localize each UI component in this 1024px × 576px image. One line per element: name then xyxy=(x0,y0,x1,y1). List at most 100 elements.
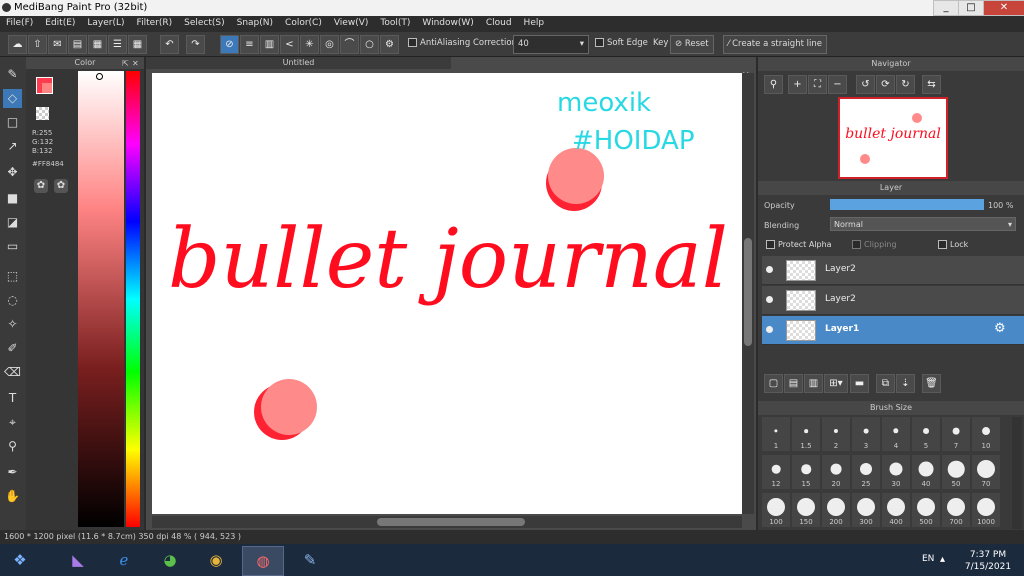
stroke-tool-icon[interactable]: ↗ xyxy=(3,137,22,156)
palette-add-icon[interactable]: ✿ xyxy=(54,179,68,193)
menu-filter[interactable]: Filter(R) xyxy=(131,16,179,28)
tray-chevron-up-icon[interactable]: ▴ xyxy=(940,554,945,565)
clipping-toggle[interactable]: Clipping xyxy=(852,240,897,249)
brush-size-option[interactable]: 5 xyxy=(912,417,940,451)
brush-size-option[interactable]: 70 xyxy=(972,455,1000,489)
coccoc-browser-icon[interactable]: ◕ xyxy=(150,546,190,574)
menu-color[interactable]: Color(C) xyxy=(279,16,328,28)
lasso-tool-icon[interactable]: ◌ xyxy=(3,291,22,310)
layer-settings-gear-icon[interactable]: ⚙ xyxy=(994,321,1006,336)
redo-icon[interactable]: ↷ xyxy=(186,35,205,54)
add-layer-menu-icon[interactable]: ⊞▾ xyxy=(824,374,848,393)
shape-tool-icon[interactable]: ■ xyxy=(3,189,22,208)
vertical-scrollbar[interactable] xyxy=(742,73,754,514)
select-eraser-icon[interactable]: ⌫ xyxy=(3,363,22,382)
transparent-swatch[interactable] xyxy=(36,107,49,120)
text-tool-icon[interactable]: T xyxy=(3,389,22,408)
brush-size-option[interactable]: 500 xyxy=(912,493,940,527)
clock[interactable]: 7:37 PM 7/15/2021 xyxy=(964,549,1012,573)
list-icon[interactable]: ☰ xyxy=(108,35,127,54)
curve-snap-icon[interactable]: ⌒ xyxy=(340,35,359,54)
saturation-value-picker[interactable] xyxy=(78,71,124,527)
menu-layer[interactable]: Layer(L) xyxy=(81,16,130,28)
protect-alpha-toggle[interactable]: Protect Alpha xyxy=(766,240,832,249)
eye-icon[interactable] xyxy=(766,296,773,303)
brush-size-option[interactable]: 25 xyxy=(852,455,880,489)
bucket-tool-icon[interactable]: ◪ xyxy=(3,213,22,232)
brush-size-option[interactable]: 20 xyxy=(822,455,850,489)
navigator-preview[interactable]: bullet journal xyxy=(838,97,948,179)
new-8bit-layer-icon[interactable]: ▥ xyxy=(804,374,823,393)
eyedropper-icon[interactable]: ⚲ xyxy=(3,437,22,456)
brush-size-option[interactable]: 50 xyxy=(942,455,970,489)
trash-icon[interactable]: 🗑 xyxy=(922,374,941,393)
horizontal-scroll-thumb[interactable] xyxy=(377,518,525,526)
blending-dropdown[interactable]: Normal ▾ xyxy=(830,217,1016,231)
layer-row[interactable]: Layer2 xyxy=(762,256,1024,285)
brush-size-option[interactable]: 1000 xyxy=(972,493,1000,527)
circle-snap-icon[interactable]: ○ xyxy=(360,35,379,54)
brush-size-option[interactable]: 100 xyxy=(762,493,790,527)
duplicate-layer-icon[interactable]: ⧉ xyxy=(876,374,895,393)
opacity-slider[interactable] xyxy=(830,199,984,210)
pen-icon[interactable]: ✒ xyxy=(3,463,22,482)
detach-icon[interactable]: ⇱ xyxy=(122,59,129,68)
document-icon[interactable]: ▦ xyxy=(88,35,107,54)
zoom-in-icon[interactable]: + xyxy=(788,75,807,94)
brush-size-option[interactable]: 300 xyxy=(852,493,880,527)
brush-size-option[interactable]: 4 xyxy=(882,417,910,451)
start-button-icon[interactable]: ❖ xyxy=(2,546,38,574)
undo-icon[interactable]: ↶ xyxy=(160,35,179,54)
layer-row-selected[interactable]: Layer1 ⚙ xyxy=(762,316,1024,345)
brush-size-option[interactable]: 1.5 xyxy=(792,417,820,451)
restore-button[interactable]: □ xyxy=(958,0,984,16)
comment-icon[interactable]: ✉ xyxy=(48,35,67,54)
layer-row[interactable]: Layer2 xyxy=(762,286,1024,315)
brush-size-option[interactable]: 7 xyxy=(942,417,970,451)
brush-size-option[interactable]: 2 xyxy=(822,417,850,451)
snap-settings-icon[interactable]: ⚙ xyxy=(380,35,399,54)
menu-select[interactable]: Select(S) xyxy=(178,16,231,28)
grid-icon[interactable]: ▦ xyxy=(128,35,147,54)
select-pen-icon[interactable]: ✐ xyxy=(3,339,22,358)
chat-icon[interactable]: ▤ xyxy=(68,35,87,54)
brush-tool-icon[interactable]: ✎ xyxy=(3,65,22,84)
palette-icon[interactable]: ✿ xyxy=(34,179,48,193)
antialiasing-toggle[interactable]: AntiAliasing xyxy=(408,38,470,48)
brush-size-option[interactable]: 400 xyxy=(882,493,910,527)
parallel-snap-icon[interactable]: ≡ xyxy=(240,35,259,54)
brush-size-option[interactable]: 12 xyxy=(762,455,790,489)
chrome-icon[interactable]: ◉ xyxy=(196,546,236,574)
divide-tool-icon[interactable]: ⌖ xyxy=(3,413,22,432)
protect-alpha-checkbox[interactable] xyxy=(766,240,775,249)
menu-snap[interactable]: Snap(N) xyxy=(231,16,279,28)
menu-tool[interactable]: Tool(T) xyxy=(374,16,416,28)
color-picker-handle[interactable] xyxy=(96,73,103,80)
zoom-icon[interactable]: ⚲ xyxy=(764,75,783,94)
magic-wand-icon[interactable]: ✧ xyxy=(3,315,22,334)
close-button[interactable]: ✕ xyxy=(983,0,1024,16)
menu-file[interactable]: File(F) xyxy=(0,16,39,28)
gradient-tool-icon[interactable]: ▭ xyxy=(3,237,22,256)
rotate-left-icon[interactable]: ↺ xyxy=(856,75,875,94)
reset-rotate-icon[interactable]: ⟳ xyxy=(876,75,895,94)
correction-dropdown[interactable]: 40 ▾ xyxy=(513,35,589,54)
merge-layer-icon[interactable]: ⇣ xyxy=(896,374,915,393)
internet-explorer-icon[interactable]: ℯ xyxy=(104,546,144,574)
select-tool-icon[interactable]: ⬚ xyxy=(3,267,22,286)
medibang-taskbar-icon[interactable]: ◍ xyxy=(242,546,284,576)
antialiasing-checkbox[interactable] xyxy=(408,38,417,47)
menu-window[interactable]: Window(W) xyxy=(416,16,479,28)
eye-icon[interactable] xyxy=(766,266,773,273)
dot-tool-icon[interactable]: □ xyxy=(3,113,22,132)
menu-edit[interactable]: Edit(E) xyxy=(39,16,81,28)
reset-button[interactable]: ⊘ Reset xyxy=(670,35,714,54)
brush-size-option[interactable]: 15 xyxy=(792,455,820,489)
visual-studio-icon[interactable]: ◣ xyxy=(58,546,98,574)
brush-size-option[interactable]: 40 xyxy=(912,455,940,489)
horizontal-scrollbar[interactable] xyxy=(152,516,742,528)
perspective-snap-icon[interactable]: < xyxy=(280,35,299,54)
hand-tool-icon[interactable]: ✋ xyxy=(3,487,22,506)
flip-icon[interactable]: ⇆ xyxy=(922,75,941,94)
straight-line-button[interactable]: ⁄ Create a straight line xyxy=(723,35,827,54)
